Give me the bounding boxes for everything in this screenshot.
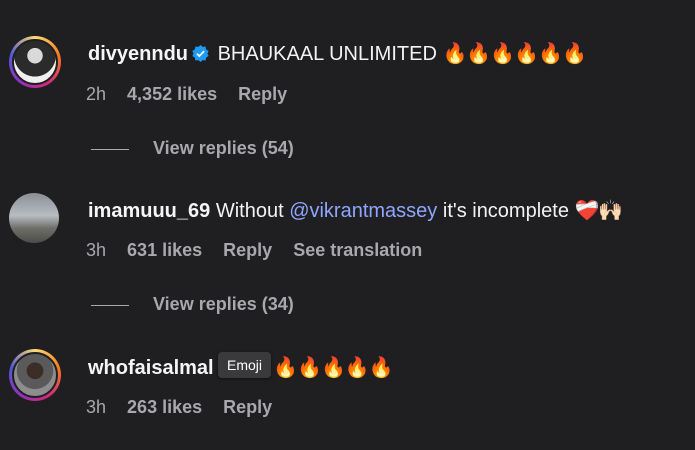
reply-button[interactable]: Reply xyxy=(223,240,272,260)
comment-username[interactable]: whofaisalmal xyxy=(88,357,214,379)
avatar[interactable] xyxy=(9,193,59,243)
avatar[interactable] xyxy=(9,36,61,88)
comment-username[interactable]: divyenndu xyxy=(88,43,188,65)
replies-divider xyxy=(91,304,129,306)
view-replies-button[interactable]: View replies (34) xyxy=(91,293,294,315)
replies-divider xyxy=(91,148,129,150)
comment-time[interactable]: 3h xyxy=(86,397,106,417)
emoji-tooltip: Emoji xyxy=(218,352,272,378)
comment-time[interactable]: 3h xyxy=(86,240,106,260)
comment-emoji: ❤️‍🩹🙌🏻 xyxy=(574,200,624,222)
comment-text-before: Without xyxy=(215,200,290,222)
comment-username[interactable]: imamuuu_69 xyxy=(88,200,210,222)
reply-button[interactable]: Reply xyxy=(223,397,272,417)
comment-emoji: 🔥🔥🔥🔥🔥 xyxy=(273,357,394,379)
mention-link[interactable]: @vikrantmassey xyxy=(289,200,437,222)
verified-badge-icon xyxy=(192,45,209,62)
comment-text-after: it's incomplete xyxy=(437,200,569,222)
comment-time[interactable]: 2h xyxy=(86,84,106,104)
comment-emoji: 🔥🔥🔥🔥🔥🔥 xyxy=(442,43,586,65)
likes-count[interactable]: 631 likes xyxy=(127,240,202,260)
likes-count[interactable]: 263 likes xyxy=(127,397,202,417)
view-replies-label: View replies (34) xyxy=(153,294,294,314)
comment-text: BHAUKAAL UNLIMITED xyxy=(217,43,437,65)
see-translation-button[interactable]: See translation xyxy=(293,240,422,260)
reply-button[interactable]: Reply xyxy=(238,84,287,104)
likes-count[interactable]: 4,352 likes xyxy=(127,84,217,104)
view-replies-button[interactable]: View replies (54) xyxy=(91,137,294,159)
view-replies-label: View replies (54) xyxy=(153,138,294,158)
avatar[interactable] xyxy=(9,349,61,401)
